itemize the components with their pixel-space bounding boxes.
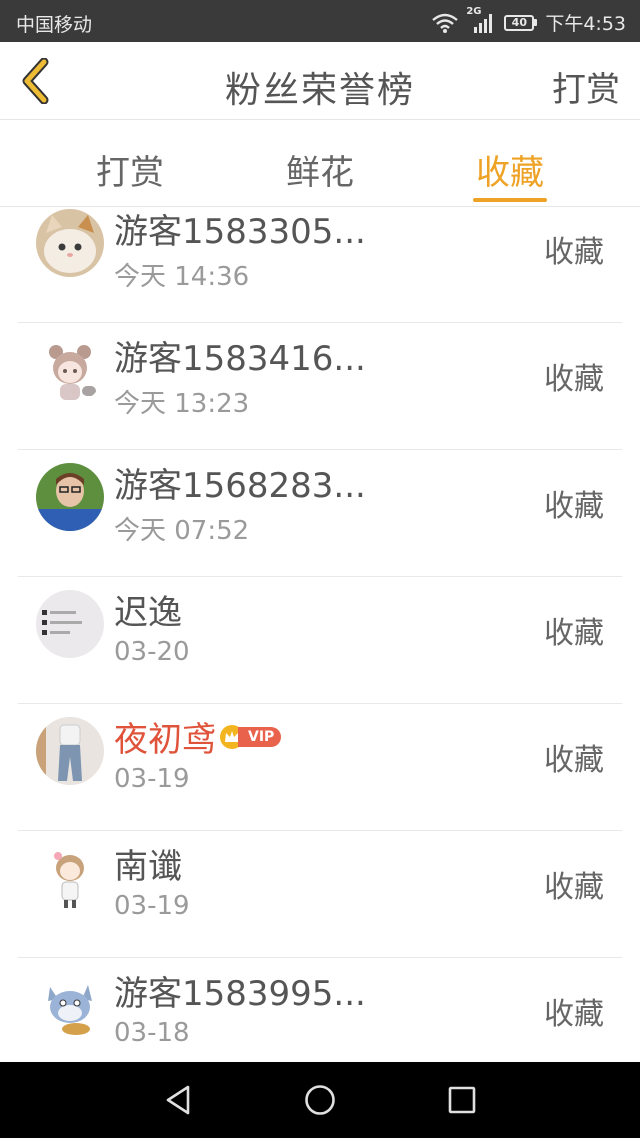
vip-badge: VIP [220, 724, 282, 749]
list-item[interactable]: 迟逸 03-20 收藏 [18, 577, 622, 704]
action-label: 收藏 [544, 870, 604, 905]
tab-reward[interactable]: 打赏 [65, 145, 195, 194]
avatar[interactable] [36, 717, 104, 785]
user-name: 游客1583995... [114, 974, 366, 1014]
avatar[interactable] [36, 209, 104, 277]
square-recent-icon [448, 1086, 476, 1114]
active-tab-indicator [473, 198, 547, 202]
circle-home-icon [305, 1085, 335, 1115]
action-label: 收藏 [544, 743, 604, 778]
action-label: 收藏 [544, 235, 604, 270]
list-item[interactable]: 游客1583416... 今天 13:23 收藏 [18, 323, 622, 450]
favorite-time: 03-19 [114, 891, 190, 921]
user-name: 迟逸 [114, 593, 182, 633]
triangle-back-icon [166, 1085, 190, 1115]
battery-icon: 40 [504, 14, 538, 31]
user-name: 游客1583305... [114, 212, 366, 252]
nav-home-button[interactable] [302, 1082, 338, 1118]
network-type: 2G [466, 5, 482, 17]
action-label: 收藏 [544, 362, 604, 397]
avatar[interactable] [36, 971, 104, 1039]
action-label: 收藏 [544, 997, 604, 1032]
tab-flowers[interactable]: 鲜花 [255, 145, 385, 194]
action-label: 收藏 [544, 616, 604, 651]
nav-recent-button[interactable] [444, 1082, 480, 1118]
favorite-time: 03-18 [114, 1018, 190, 1048]
reward-button[interactable]: 打赏 [552, 62, 620, 111]
user-name: 夜初鸢 [114, 720, 216, 760]
page-title: 粉丝荣誉榜 [224, 70, 415, 111]
favorites-list[interactable]: 游客1583305... 今天 14:36 收藏 游客1583416... 今天… [0, 208, 640, 1062]
list-item[interactable]: 南谶 03-19 收藏 [18, 831, 622, 958]
avatar[interactable] [36, 844, 104, 912]
list-item[interactable]: 游客1583305... 今天 14:36 收藏 [18, 208, 622, 323]
avatar[interactable] [36, 336, 104, 404]
vip-label: VIP [238, 726, 282, 747]
user-name-vip: 夜初鸢 VIP [114, 712, 282, 761]
list-item[interactable]: 夜初鸢 VIP 03-19 收藏 [18, 704, 622, 831]
favorite-time: 今天 07:52 [114, 516, 250, 546]
list-item[interactable]: 游客1583995... 03-18 收藏 [18, 958, 622, 1062]
favorite-time: 03-20 [114, 637, 190, 667]
wifi-icon [432, 13, 459, 33]
tab-favorites[interactable]: 收藏 [445, 145, 575, 194]
favorite-time: 今天 14:36 [114, 262, 250, 292]
nav-back-button[interactable] [160, 1082, 196, 1118]
battery-level: 40 [504, 14, 535, 31]
tab-bar: 打赏 鲜花 收藏 [0, 121, 640, 207]
user-name: 游客1568283... [114, 466, 366, 506]
list-item[interactable]: 游客1568283... 今天 07:52 收藏 [18, 450, 622, 577]
carrier-name: 中国移动 [16, 14, 93, 36]
user-name: 南谶 [114, 847, 182, 887]
action-label: 收藏 [544, 489, 604, 524]
status-bar: 中国移动 2G 40 下午4:53 [0, 0, 640, 42]
avatar[interactable] [36, 590, 104, 658]
user-name: 游客1583416... [114, 339, 366, 379]
favorite-time: 今天 13:23 [114, 389, 250, 419]
system-nav-bar [0, 1062, 640, 1138]
top-bar: 粉丝荣誉榜 打赏 [0, 42, 640, 120]
clock: 下午4:53 [545, 13, 626, 35]
signal-icon: 2G [466, 6, 496, 34]
avatar[interactable] [36, 463, 104, 531]
favorite-time: 03-19 [114, 764, 190, 794]
